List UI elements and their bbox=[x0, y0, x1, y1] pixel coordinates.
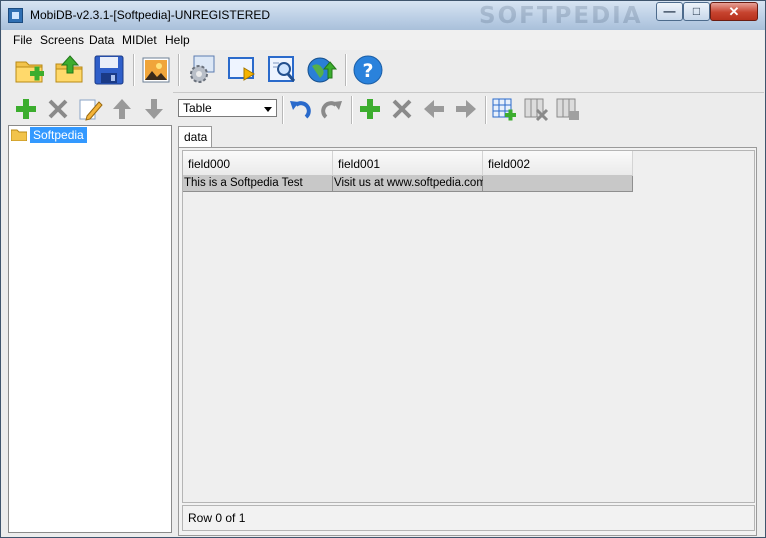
settings-icon[interactable] bbox=[186, 54, 218, 86]
tab-data-label: data bbox=[184, 130, 208, 144]
tab-data[interactable]: data bbox=[178, 126, 212, 147]
menu-file[interactable]: File bbox=[13, 33, 32, 47]
tree-toolbar bbox=[2, 92, 173, 124]
menu-screens[interactable]: Screens bbox=[40, 33, 84, 47]
close-button[interactable]: ✕ bbox=[710, 2, 758, 21]
globe-upload-icon[interactable] bbox=[306, 54, 338, 86]
table-cell[interactable]: This is a Softpedia Test bbox=[183, 176, 333, 192]
close-icon: ✕ bbox=[728, 4, 740, 19]
column-header-label: field000 bbox=[188, 157, 231, 171]
image-icon[interactable] bbox=[140, 54, 172, 86]
search-screen-icon[interactable] bbox=[266, 54, 298, 86]
view-select-value: Table bbox=[183, 101, 212, 115]
column-header[interactable]: field002 bbox=[483, 151, 633, 176]
menu-midlet[interactable]: MIDlet bbox=[122, 33, 157, 47]
move-up-icon[interactable] bbox=[109, 96, 135, 122]
column-header[interactable]: field001 bbox=[333, 151, 483, 176]
folder-icon bbox=[11, 129, 27, 141]
undo-icon[interactable] bbox=[287, 96, 313, 122]
toolbar-separator bbox=[282, 96, 284, 124]
toolbar-separator bbox=[485, 96, 487, 124]
minimize-button[interactable]: — bbox=[656, 2, 683, 21]
column-header-label: field001 bbox=[338, 157, 381, 171]
right-panel: Table data field000 field001 field002 Th… bbox=[176, 92, 760, 536]
app-icon bbox=[8, 8, 23, 23]
main-toolbar: ? bbox=[2, 50, 764, 93]
add-icon[interactable] bbox=[13, 96, 39, 122]
menu-help[interactable]: Help bbox=[165, 33, 190, 47]
data-table[interactable]: field000 field001 field002 This is a Sof… bbox=[182, 150, 755, 503]
preview-screen-icon[interactable] bbox=[226, 54, 258, 86]
tree-item-label: Softpedia bbox=[30, 127, 87, 143]
toolbar-separator bbox=[133, 54, 135, 86]
toolbar-separator bbox=[345, 54, 347, 86]
redo-icon[interactable] bbox=[319, 96, 345, 122]
add-column-icon[interactable] bbox=[491, 96, 517, 122]
table-cell[interactable]: Visit us at www.softpedia.com bbox=[333, 176, 486, 192]
database-tree[interactable]: Softpedia bbox=[8, 125, 172, 533]
edit-icon[interactable] bbox=[77, 96, 103, 122]
previous-icon[interactable] bbox=[421, 96, 447, 122]
tab-content: field000 field001 field002 This is a Sof… bbox=[178, 147, 757, 536]
maximize-button[interactable]: □ bbox=[683, 2, 710, 21]
delete-record-icon[interactable] bbox=[389, 96, 415, 122]
column-header[interactable]: field000 bbox=[183, 151, 333, 176]
next-icon[interactable] bbox=[453, 96, 479, 122]
minimize-icon: — bbox=[663, 4, 676, 18]
watermark: SOFTPEDIA bbox=[479, 3, 643, 29]
column-settings-icon[interactable] bbox=[555, 96, 581, 122]
cell-text: Visit us at www.softpedia.com bbox=[334, 177, 486, 189]
left-panel: Softpedia bbox=[2, 92, 173, 536]
toolbar-separator bbox=[178, 54, 180, 86]
cell-text: This is a Softpedia Test bbox=[184, 177, 303, 189]
toolbar-separator bbox=[351, 96, 353, 124]
upload-icon[interactable] bbox=[54, 54, 86, 86]
maximize-icon: □ bbox=[692, 4, 701, 18]
table-cell[interactable] bbox=[483, 176, 633, 192]
add-record-icon[interactable] bbox=[357, 96, 383, 122]
title-bar[interactable]: MobiDB-v2.3.1-[Softpedia]-UNREGISTERED S… bbox=[1, 1, 765, 30]
status-bar: Row 0 of 1 bbox=[182, 505, 755, 531]
new-database-icon[interactable] bbox=[14, 54, 46, 86]
menu-bar: File Screens Data MIDlet Help bbox=[2, 30, 764, 50]
save-icon[interactable] bbox=[93, 54, 125, 86]
menu-data[interactable]: Data bbox=[89, 33, 114, 47]
column-header-label: field002 bbox=[488, 157, 531, 171]
app-window: MobiDB-v2.3.1-[Softpedia]-UNREGISTERED S… bbox=[0, 0, 766, 538]
svg-text:?: ? bbox=[362, 60, 373, 82]
move-down-icon[interactable] bbox=[141, 96, 167, 122]
window-title: MobiDB-v2.3.1-[Softpedia]-UNREGISTERED bbox=[30, 8, 271, 22]
delete-column-icon[interactable] bbox=[523, 96, 549, 122]
row-status: Row 0 of 1 bbox=[188, 511, 246, 525]
view-select[interactable]: Table bbox=[178, 99, 277, 117]
chevron-down-icon bbox=[264, 107, 272, 112]
help-icon[interactable]: ? bbox=[352, 54, 384, 86]
delete-icon[interactable] bbox=[45, 96, 71, 122]
